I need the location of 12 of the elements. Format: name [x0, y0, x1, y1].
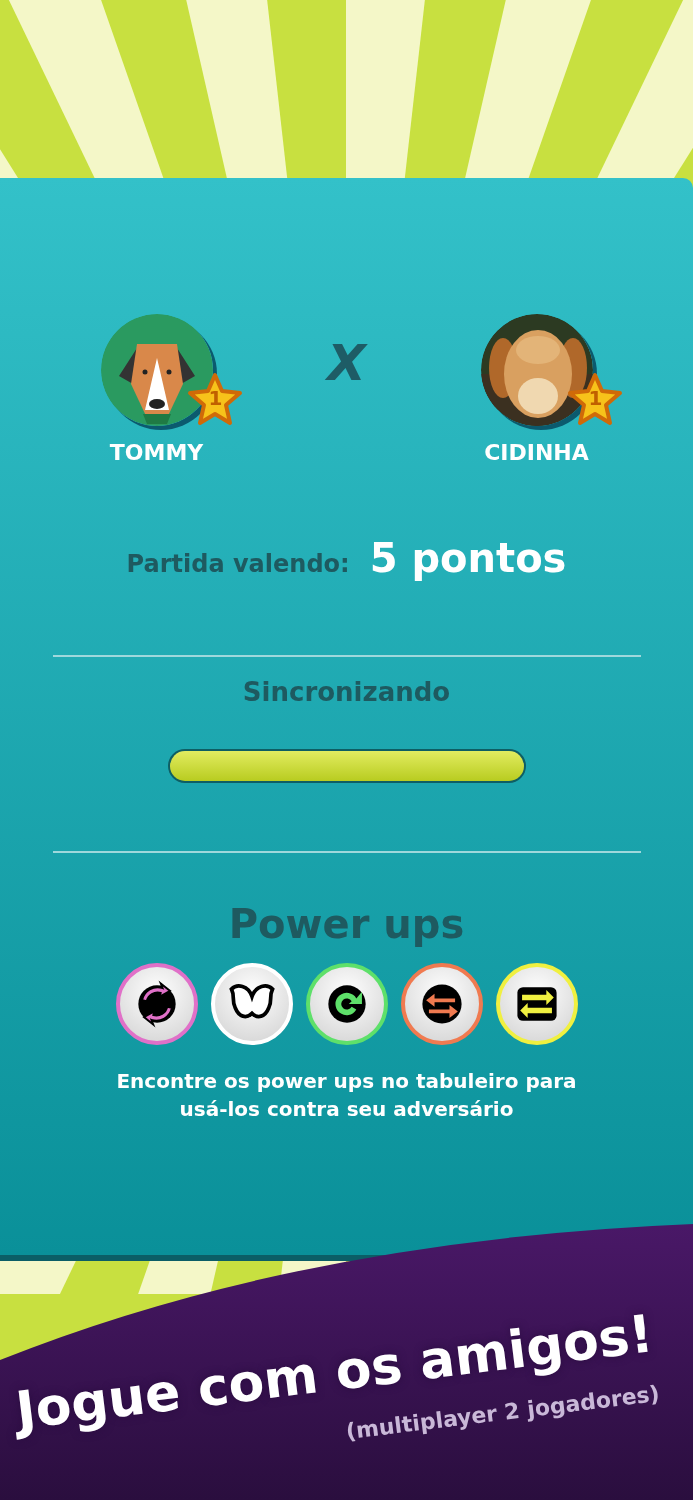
power-ups-hint: Encontre os power ups no tabuleiro para usá-los contra seu adversário — [115, 1068, 578, 1123]
star-icon — [566, 372, 623, 428]
star-icon — [186, 372, 243, 428]
match-points: 5 pontos — [369, 535, 567, 581]
rank-number: 1 — [208, 386, 223, 410]
match-label: Partida valendo: — [126, 550, 350, 578]
player-name: TOMMY — [109, 440, 204, 465]
rank-number: 1 — [588, 386, 603, 410]
power-ups-title: Power ups — [228, 901, 465, 947]
player-name: CIDINHA — [484, 440, 589, 465]
sync-status: Sincronizando — [242, 677, 451, 707]
versus-label: X — [327, 334, 366, 392]
